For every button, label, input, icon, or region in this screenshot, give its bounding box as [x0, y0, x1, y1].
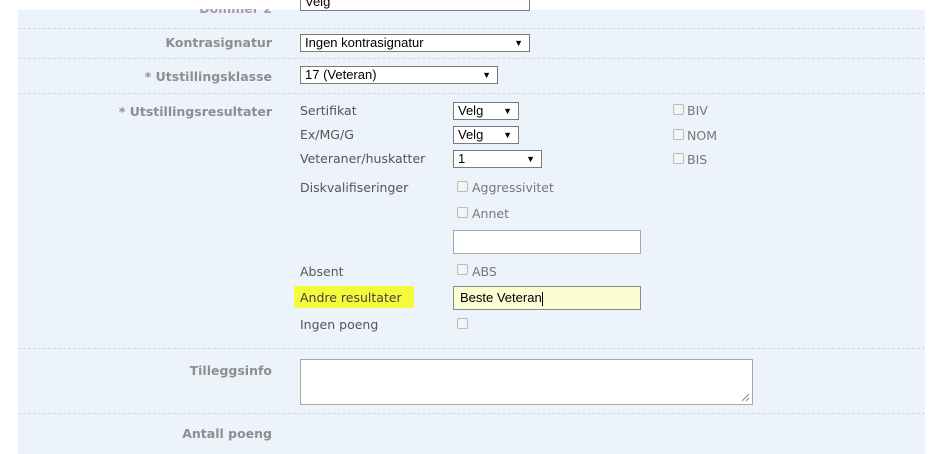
diskvalifiseringer-label: Diskvalifiseringer	[300, 180, 409, 195]
annet-label: Annet	[472, 206, 509, 221]
andre-resultater-value: Beste Veteran	[460, 290, 542, 305]
sertifikat-select-value: Velg	[458, 103, 484, 118]
dommer2-select-value: Velg	[305, 0, 331, 9]
abs-checkbox[interactable]	[457, 264, 468, 275]
biv-checkbox[interactable]	[673, 104, 684, 115]
ingen-poeng-label: Ingen poeng	[300, 317, 379, 332]
divider	[18, 413, 925, 414]
aggressivitet-checkbox[interactable]	[457, 181, 468, 192]
veteraner-select-value: 1	[458, 151, 466, 166]
kontrasignatur-label: Kontrasignatur	[165, 35, 272, 50]
chevron-down-icon: ▼	[482, 70, 491, 80]
antall-poeng-label: Antall poeng	[182, 426, 272, 441]
tilleggsinfo-label: Tilleggsinfo	[189, 363, 272, 378]
nom-checkbox[interactable]	[673, 129, 684, 140]
veteraner-label: Veteraner/huskatter	[300, 151, 426, 166]
dommer2-select[interactable]: Velg	[300, 0, 530, 11]
exmgg-label: Ex/MG/G	[300, 127, 354, 142]
andre-resultater-label: Andre resultater	[300, 290, 402, 305]
utstillingsklasse-select-value: 17 (Veteran)	[305, 67, 377, 82]
chevron-down-icon: ▼	[514, 38, 523, 48]
nom-label: NOM	[687, 128, 717, 143]
divider	[18, 58, 925, 59]
chevron-down-icon: ▼	[503, 106, 512, 116]
andre-resultater-input[interactable]: Beste Veteran	[453, 286, 641, 310]
exmgg-select-value: Velg	[458, 127, 484, 142]
abs-label: ABS	[472, 264, 497, 279]
annet-checkbox[interactable]	[457, 207, 468, 218]
divider	[18, 348, 925, 349]
dommer2-label: Dommer 2	[199, 1, 272, 16]
veteraner-select[interactable]: 1 ▼	[453, 150, 542, 168]
ingen-poeng-checkbox[interactable]	[457, 318, 468, 329]
chevron-down-icon: ▼	[526, 154, 535, 164]
divider	[18, 28, 925, 29]
utstillingsklasse-label: * Utstillingsklasse	[144, 69, 272, 84]
bis-checkbox[interactable]	[673, 153, 684, 164]
text-cursor	[541, 291, 543, 306]
exmgg-select[interactable]: Velg ▼	[453, 126, 519, 144]
utstillingsresultater-label: * Utstillingsresultater	[118, 104, 272, 119]
chevron-down-icon: ▼	[503, 130, 512, 140]
absent-label: Absent	[300, 264, 344, 279]
tilleggsinfo-textarea[interactable]	[300, 359, 753, 405]
kontrasignatur-select-value: Ingen kontrasignatur	[305, 35, 424, 50]
divider	[18, 93, 925, 94]
bis-label: BIS	[687, 152, 708, 167]
resize-handle-icon[interactable]	[741, 393, 750, 402]
sertifikat-select[interactable]: Velg ▼	[453, 102, 519, 120]
utstillingsklasse-select[interactable]: 17 (Veteran) ▼	[300, 66, 498, 84]
sertifikat-label: Sertifikat	[300, 103, 357, 118]
aggressivitet-label: Aggressivitet	[472, 180, 554, 195]
annet-text-input[interactable]	[453, 230, 641, 254]
biv-label: BIV	[687, 103, 708, 118]
kontrasignatur-select[interactable]: Ingen kontrasignatur ▼	[300, 34, 530, 52]
